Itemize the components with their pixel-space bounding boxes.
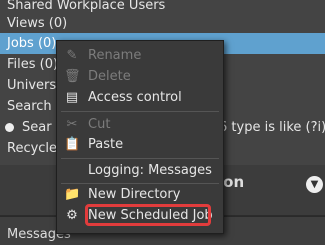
access-control-icon: ▤: [65, 90, 79, 105]
menu-item-new-directory[interactable]: 📁 New Directory: [57, 184, 223, 206]
menu-separator: [61, 158, 219, 159]
search-condition-text: 6 type is like (?i): [219, 120, 325, 135]
tree-item-views[interactable]: Views (0): [0, 13, 325, 34]
menu-item-cut[interactable]: ✂ Cut: [57, 114, 223, 136]
menu-item-paste[interactable]: 📋 Paste: [57, 134, 223, 156]
menu-item-delete[interactable]: 🗑 Delete: [57, 66, 223, 88]
menu-separator: [61, 111, 219, 112]
new-folder-icon: 📁: [64, 187, 81, 202]
clipboard-icon: 📋: [64, 137, 81, 152]
scissors-icon: ✂: [66, 117, 78, 132]
search-radio-button[interactable]: [5, 123, 14, 132]
menu-item-logging-messages[interactable]: Logging: Messages: [57, 160, 223, 182]
tree-item-search-child[interactable]: Sear: [22, 117, 52, 138]
context-menu: ✎ Rename 🗑 Delete ▤ Access control ✂ Cut…: [56, 40, 224, 234]
trash-icon: 🗑: [64, 69, 81, 84]
chevron-down-icon: ▼: [310, 179, 319, 190]
collapse-button[interactable]: ▼: [306, 176, 323, 193]
menu-item-access-control[interactable]: ▤ Access control: [57, 87, 223, 109]
pencil-icon: ✎: [66, 48, 78, 63]
menu-item-rename[interactable]: ✎ Rename: [57, 45, 223, 67]
highlight-box: [85, 204, 211, 226]
gear-icon: ⚙: [66, 208, 78, 223]
